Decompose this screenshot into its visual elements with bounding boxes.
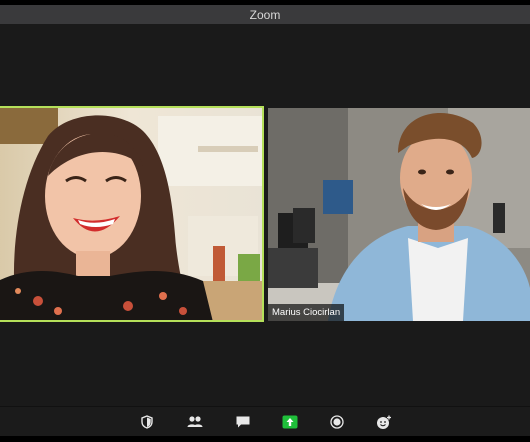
- chat-icon: [236, 416, 250, 428]
- window-titlebar: Zoom: [0, 5, 530, 24]
- participants-button[interactable]: [186, 414, 204, 430]
- participant-video-tile-2[interactable]: [268, 108, 530, 321]
- participants-icon: [187, 416, 203, 427]
- record-button[interactable]: [328, 414, 346, 430]
- chat-button[interactable]: [234, 414, 252, 430]
- participant-video-1: [0, 106, 264, 322]
- share-screen-icon: [282, 415, 298, 429]
- participant-name-label: Marius Ciocirlan: [268, 304, 345, 321]
- record-icon: [330, 415, 344, 429]
- security-shield-icon: [141, 415, 153, 429]
- reactions-icon: [377, 415, 391, 429]
- participant-video-tile-1[interactable]: [0, 106, 264, 322]
- share-screen-button[interactable]: [281, 414, 299, 430]
- bottom-edge: [0, 436, 530, 442]
- participant-video-2: [268, 108, 530, 321]
- reactions-button[interactable]: [375, 414, 393, 430]
- window-title: Zoom: [249, 7, 281, 22]
- meeting-toolbar: [0, 406, 530, 437]
- security-button[interactable]: [138, 414, 156, 430]
